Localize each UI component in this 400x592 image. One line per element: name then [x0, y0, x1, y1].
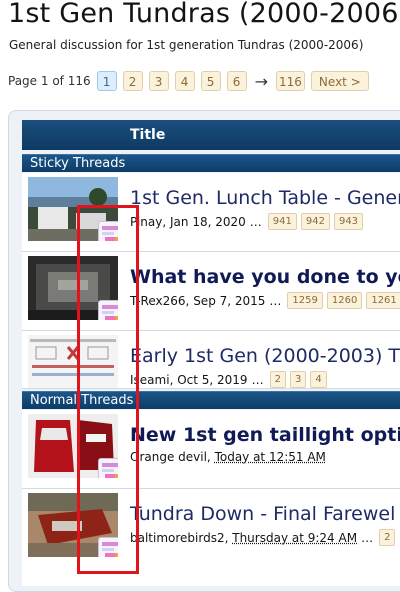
- thread-row[interactable]: 1st Gen. Lunch Table - General Pinay, Ja…: [22, 173, 400, 252]
- thread-meta: T-Rex266, Sep 7, 2015 … 1259 1260 1261: [130, 292, 400, 309]
- thread-row[interactable]: New 1st gen taillight optio Orange devil…: [22, 410, 400, 489]
- thread-thumbnail[interactable]: [28, 335, 118, 388]
- forum-title: 1st Gen Tundras (2000-2006): [8, 0, 400, 29]
- thread-row[interactable]: Tundra Down - Final Farewel baltimorebir…: [22, 489, 400, 568]
- thread-author[interactable]: baltimorebirds2: [130, 531, 225, 545]
- page-link-6[interactable]: 6: [226, 71, 247, 91]
- thread-author[interactable]: Pinay: [130, 215, 162, 229]
- page-link-4[interactable]: 4: [174, 71, 195, 91]
- thread-row-partial: [22, 566, 400, 586]
- list-header: Title: [22, 120, 400, 150]
- mini-avatar-icon: [98, 458, 118, 478]
- thread-author[interactable]: Iseami: [130, 373, 170, 387]
- thread-row[interactable]: Early 1st Gen (2000-2003) T Iseami, Oct …: [22, 331, 400, 389]
- thread-thumbnail[interactable]: [28, 493, 118, 557]
- thread-author[interactable]: Orange devil: [130, 450, 207, 464]
- thread-page-link[interactable]: 4: [310, 371, 327, 388]
- page-link-1[interactable]: 1: [96, 71, 117, 91]
- normal-threads-header: Normal Threads: [22, 391, 400, 409]
- thread-page-link[interactable]: 2: [269, 371, 286, 388]
- sticky-threads-header: Sticky Threads: [22, 154, 400, 172]
- thread-thumbnail[interactable]: [28, 256, 118, 320]
- thread-page-link[interactable]: 1259: [287, 292, 323, 309]
- thread-title[interactable]: New 1st gen taillight optio: [130, 424, 400, 446]
- arrow-right-icon[interactable]: →: [255, 72, 268, 91]
- thread-meta: Orange devil, Today at 12:51 AM: [130, 450, 326, 464]
- page-link-5[interactable]: 5: [200, 71, 221, 91]
- thread-date[interactable]: Oct 5, 2019: [177, 373, 247, 387]
- thread-page-link[interactable]: 1260: [326, 292, 363, 309]
- page-link-2[interactable]: 2: [122, 71, 143, 91]
- thread-date[interactable]: Sep 7, 2015: [193, 294, 265, 308]
- column-title-header[interactable]: Title: [130, 127, 165, 143]
- mini-avatar-icon: [98, 537, 118, 557]
- thread-page-link[interactable]: 1261: [366, 292, 400, 309]
- mini-avatar-icon: [98, 221, 118, 241]
- thread-page-link[interactable]: 2: [379, 529, 396, 546]
- thread-page-link[interactable]: 3: [289, 371, 307, 388]
- thread-title[interactable]: Early 1st Gen (2000-2003) T: [130, 345, 400, 367]
- thread-title[interactable]: 1st Gen. Lunch Table - General: [130, 187, 400, 209]
- page-link-3[interactable]: 3: [148, 71, 169, 91]
- page-link-last[interactable]: 116: [276, 71, 305, 91]
- thread-meta: Pinay, Jan 18, 2020 … 941 942 943: [130, 213, 367, 230]
- forum-description: General discussion for 1st generation Tu…: [9, 38, 364, 52]
- thread-title[interactable]: Tundra Down - Final Farewel: [130, 503, 395, 525]
- thread-author[interactable]: T-Rex266: [130, 294, 186, 308]
- thread-date[interactable]: Jan 18, 2020: [170, 215, 246, 229]
- thread-page-link[interactable]: 941: [267, 213, 297, 230]
- thread-page-link[interactable]: 942: [300, 213, 330, 230]
- thread-meta: Iseami, Oct 5, 2019 … 2 3 4: [130, 371, 331, 388]
- thread-page-link[interactable]: 943: [333, 213, 364, 230]
- pagination: Page 1 of 116 1 2 3 4 5 6 → 116 Next >: [8, 70, 375, 92]
- thread-thumbnail[interactable]: [28, 177, 118, 241]
- thread-date[interactable]: Thursday at 9:24 AM: [232, 531, 357, 545]
- next-page-button[interactable]: Next >: [310, 71, 369, 91]
- mini-avatar-icon: [98, 300, 118, 320]
- thread-date[interactable]: Today at 12:51 AM: [215, 450, 326, 464]
- thread-thumbnail[interactable]: [28, 414, 118, 478]
- page-label: Page 1 of 116: [8, 74, 91, 88]
- thread-row[interactable]: What have you done to your T-Rex266, Sep…: [22, 252, 400, 331]
- thread-title[interactable]: What have you done to your: [130, 266, 400, 288]
- thread-meta: baltimorebirds2, Thursday at 9:24 AM … 2: [130, 529, 399, 546]
